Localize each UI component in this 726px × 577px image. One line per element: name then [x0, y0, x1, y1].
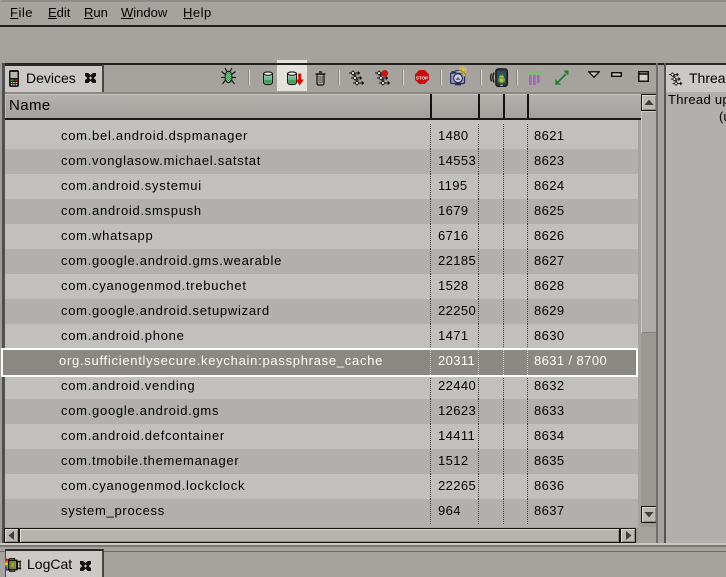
svg-text:STOP: STOP	[416, 75, 428, 80]
